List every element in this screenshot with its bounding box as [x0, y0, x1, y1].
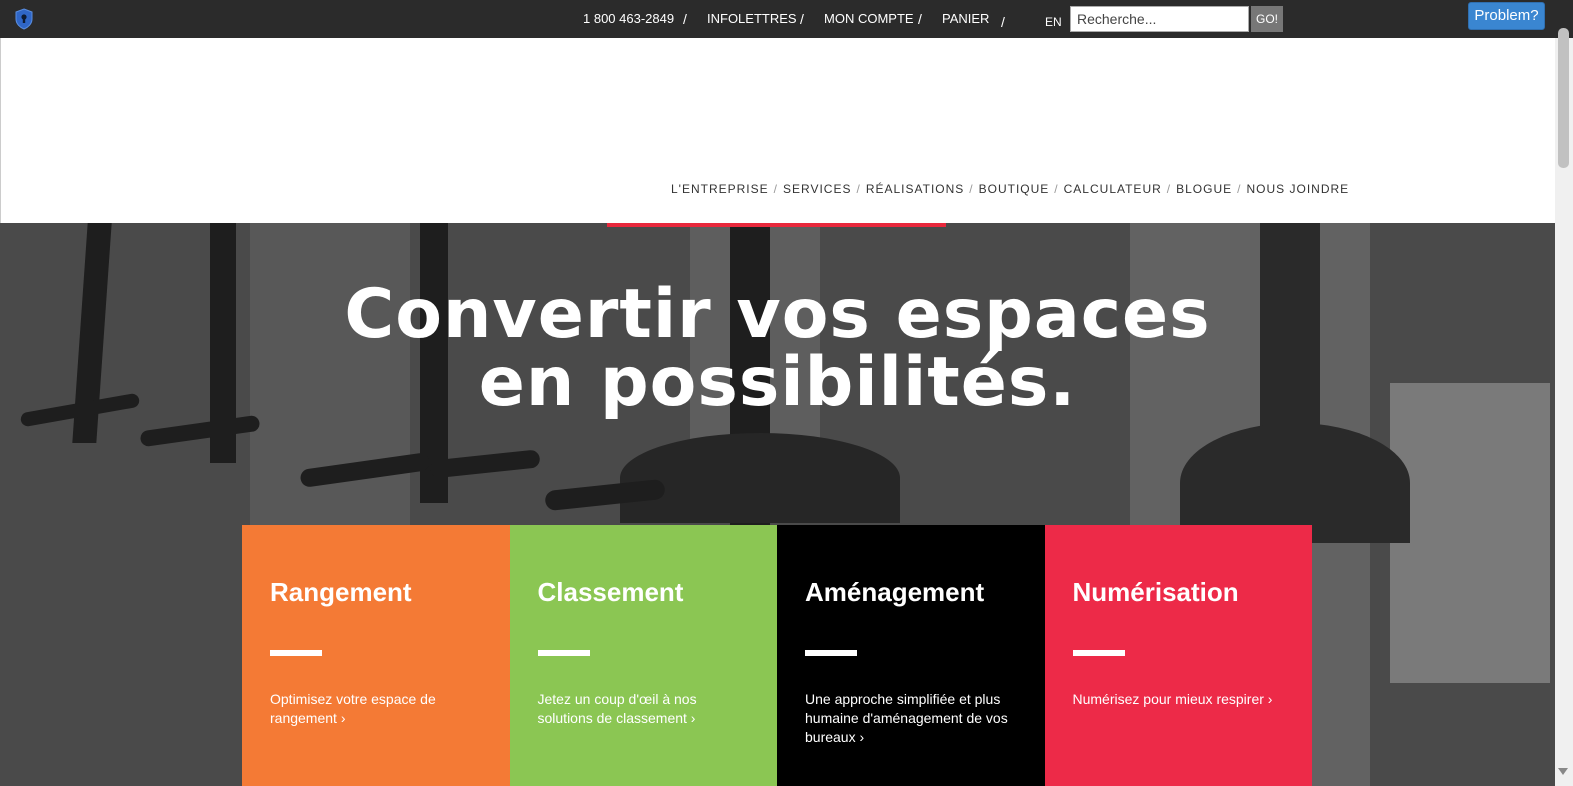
scrollbar-thumb[interactable]: [1558, 28, 1569, 168]
nav-item-boutique[interactable]: BOUTIQUE: [979, 182, 1050, 196]
card-divider: [537, 650, 590, 656]
service-cards: Rangement Optimisez votre espace de rang…: [242, 525, 1312, 786]
nav-item-blogue[interactable]: BLOGUE: [1176, 182, 1232, 196]
card-numerisation[interactable]: Numérisation Numérisez pour mieux respir…: [1044, 525, 1312, 786]
card-title: Aménagement: [805, 577, 985, 607]
cart-link[interactable]: PANIER: [942, 11, 989, 26]
nav-separator: /: [773, 182, 778, 196]
card-link[interactable]: Numérisez pour mieux respirer ›: [1073, 690, 1285, 709]
site-header: L'ENTREPRISE / SERVICES / RÉALISATIONS / BOUTI…: [0, 38, 1555, 223]
card-title: Classement: [537, 577, 684, 607]
card-title: Numérisation: [1072, 577, 1239, 607]
nav-item-services[interactable]: SERVICES: [783, 182, 851, 196]
card-title: Rangement: [270, 577, 412, 607]
main-navigation: L'ENTREPRISE / SERVICES / RÉALISATIONS / BOUTI…: [671, 182, 1349, 196]
hero-background-handle: [620, 433, 900, 523]
nav-item-nous-joindre[interactable]: NOUS JOINDRE: [1246, 182, 1349, 196]
shield-keyhole-icon[interactable]: [14, 8, 34, 30]
nav-item-realisations[interactable]: RÉALISATIONS: [866, 182, 964, 196]
separator: /: [1001, 14, 1005, 30]
hero-background-panel: [1390, 383, 1550, 683]
card-rangement[interactable]: Rangement Optimisez votre espace de rang…: [242, 525, 510, 786]
problem-button[interactable]: Problem?: [1468, 2, 1545, 30]
separator: /: [918, 11, 922, 27]
newsletters-link[interactable]: INFOLETTRES: [707, 11, 797, 26]
search-input[interactable]: [1070, 6, 1249, 32]
hero-title: Convertir vos espaces en possibilités.: [0, 281, 1555, 417]
card-divider: [805, 650, 857, 656]
language-switch[interactable]: EN: [1045, 15, 1062, 29]
separator: /: [800, 11, 804, 27]
account-link[interactable]: MON COMPTE: [824, 11, 914, 26]
nav-separator: /: [1054, 182, 1059, 196]
nav-separator: /: [1237, 182, 1242, 196]
nav-separator: /: [969, 182, 974, 196]
top-utility-bar: 1 800 463-2849 / INFOLETTRES / MON COMPT…: [0, 0, 1573, 38]
card-divider: [1072, 650, 1125, 656]
search-go-button[interactable]: GO!: [1251, 6, 1283, 32]
card-amenagement[interactable]: Aménagement Une approche simplifiée et p…: [777, 525, 1045, 786]
hero-background-handle: [139, 414, 261, 448]
nav-item-calculateur[interactable]: CALCULATEUR: [1064, 182, 1162, 196]
separator: /: [683, 11, 687, 27]
card-link[interactable]: Optimisez votre espace de rangement ›: [270, 690, 482, 728]
card-classement[interactable]: Classement Jetez un coup d'œil à nos sol…: [509, 525, 777, 786]
nav-separator: /: [1166, 182, 1172, 196]
hero-title-line-2: en possibilités.: [478, 343, 1077, 422]
nav-item-entreprise[interactable]: L'ENTREPRISE: [671, 182, 769, 196]
phone-link[interactable]: 1 800 463-2849: [583, 11, 674, 26]
hero-banner: Convertir vos espaces en possibilités. R…: [0, 223, 1555, 786]
nav-separator: /: [856, 182, 861, 196]
card-link[interactable]: Une approche simplifiée et plus humaine …: [805, 690, 1017, 747]
scroll-down-icon[interactable]: [1558, 768, 1568, 775]
card-link[interactable]: Jetez un coup d'œil à nos solutions de c…: [538, 690, 750, 728]
hero-accent-line: [607, 223, 946, 227]
card-divider: [270, 650, 322, 656]
